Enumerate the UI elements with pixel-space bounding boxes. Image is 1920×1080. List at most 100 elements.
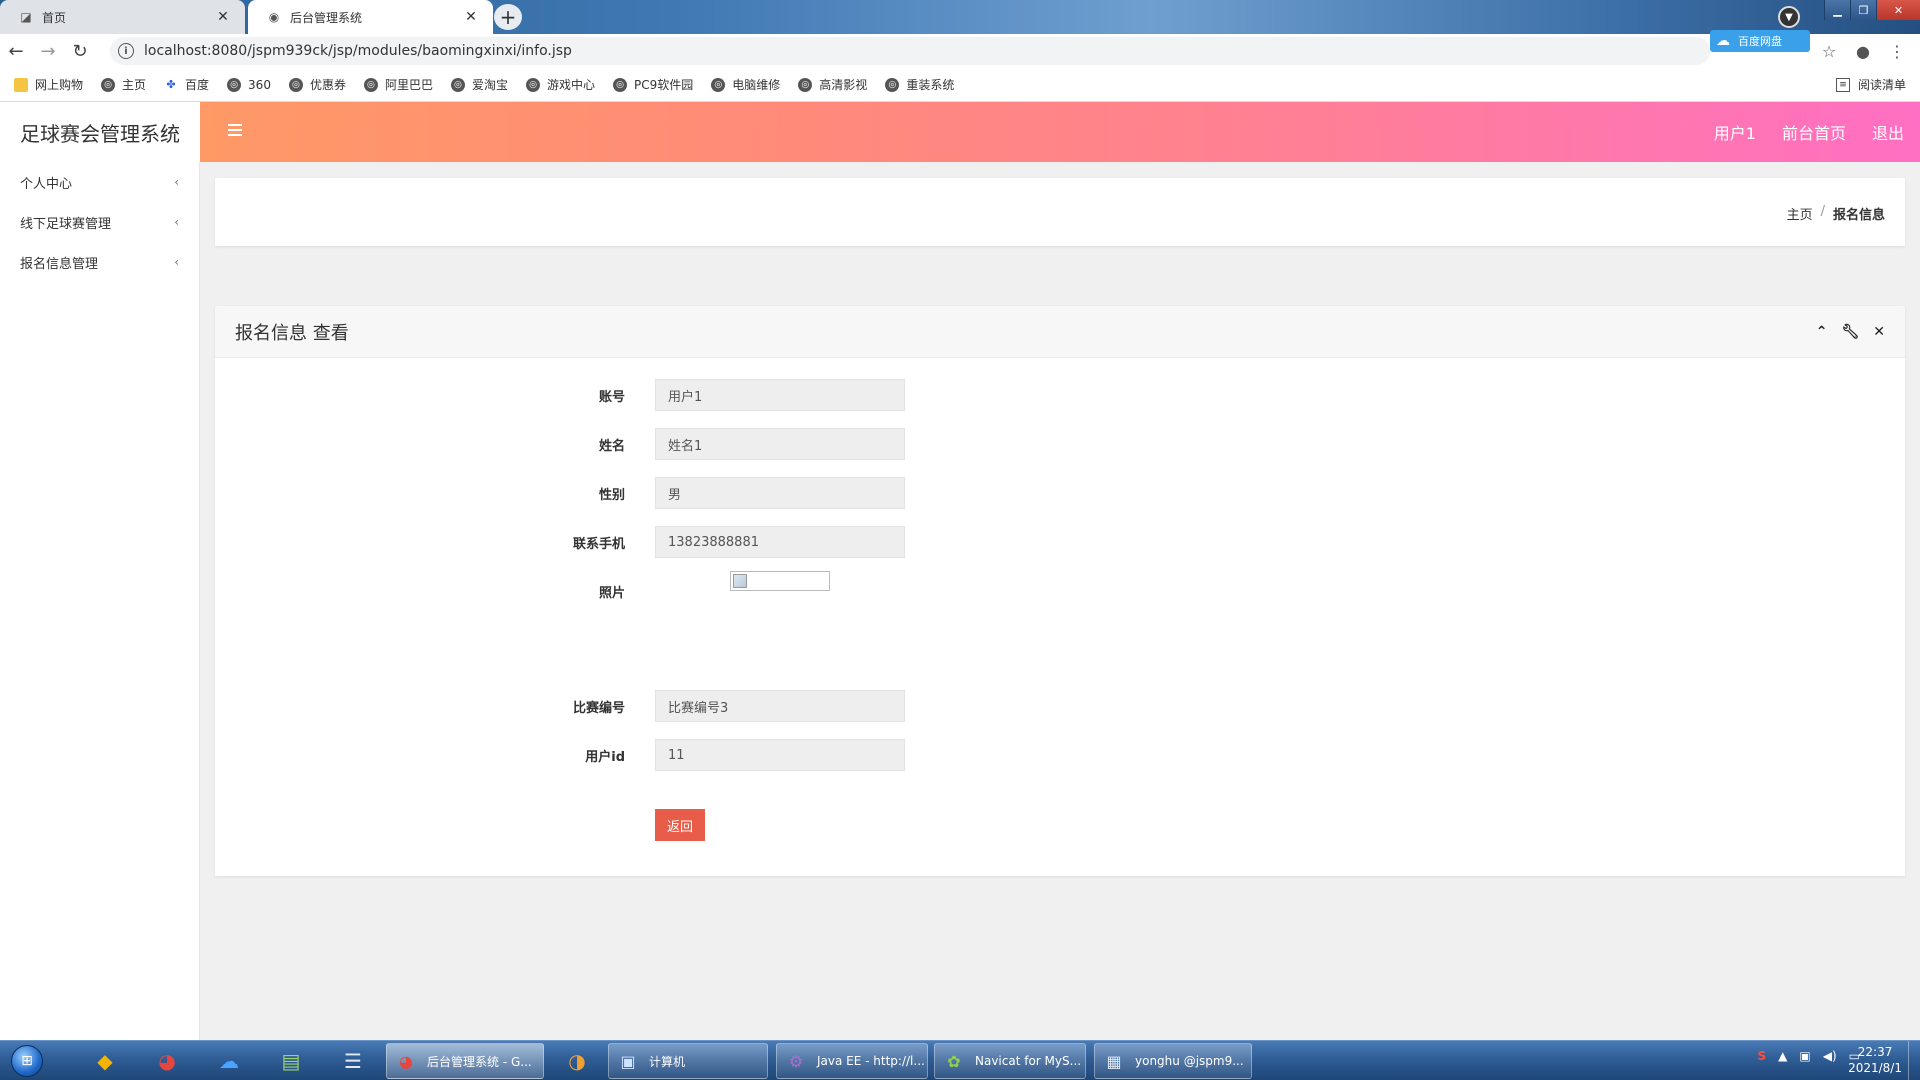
name-field[interactable]: 姓名1 xyxy=(655,428,905,460)
bookmark-item[interactable]: ✤ 百度 xyxy=(164,76,209,93)
profile-menu-icon[interactable]: ▼ xyxy=(1778,6,1800,28)
back-arrow-icon[interactable]: ← xyxy=(0,36,32,66)
network-icon[interactable]: ▣ xyxy=(1799,1049,1810,1063)
tab-title: 后台管理系统 xyxy=(290,10,363,25)
clock-date: 2021/8/1 xyxy=(1848,1061,1902,1075)
reading-list-icon: ≡ xyxy=(1835,77,1850,92)
reading-list-button[interactable]: ≡ 阅读清单 xyxy=(1835,76,1906,93)
sidebar-item-personal-center[interactable]: 个人中心 ‹ xyxy=(0,162,199,202)
account-field[interactable]: 用户1 xyxy=(655,379,905,411)
bookmark-label: 主页 xyxy=(122,78,147,92)
close-icon[interactable]: ✕ xyxy=(463,9,479,25)
page-icon: ◪ xyxy=(20,10,32,24)
wrench-icon[interactable]: 🔧︎ xyxy=(1841,324,1859,340)
globe-icon: ◎ xyxy=(450,77,465,92)
bookmark-item[interactable]: ◎ PC9软件园 xyxy=(613,76,693,93)
logout-link[interactable]: 退出 xyxy=(1872,120,1904,144)
maximize-icon[interactable]: ❐ xyxy=(1850,0,1876,20)
toolbar-actions: ☆ ● ⋮ xyxy=(1816,38,1910,64)
user-link[interactable]: 用户1 xyxy=(1714,120,1756,144)
user-id-field[interactable]: 11 xyxy=(655,739,905,771)
bookmark-item[interactable]: ◎ 优惠券 xyxy=(288,76,346,93)
browser-tab-admin[interactable]: ◉ 后台管理系统 ✕ xyxy=(248,0,493,34)
baidu-pan-label: 百度网盘 xyxy=(1738,35,1782,48)
start-button[interactable]: ⊞ xyxy=(4,1042,50,1080)
bookmark-item[interactable]: ◎ 高清影视 xyxy=(798,76,867,93)
collapse-icon[interactable]: ⌃ xyxy=(1816,324,1828,340)
sogou-icon[interactable]: S xyxy=(1758,1049,1767,1063)
bookmark-label: 爱淘宝 xyxy=(471,78,508,92)
bookmark-item[interactable]: ◎ 360 xyxy=(227,77,271,92)
address-bar[interactable]: i localhost:8080/jspm939ck/jsp/modules/b… xyxy=(110,37,1710,65)
panel-title: 报名信息 查看 xyxy=(235,322,349,344)
globe-icon: ◎ xyxy=(526,77,540,92)
notepad-icon[interactable]: ▤ xyxy=(264,1045,318,1077)
file-list-icon[interactable]: ☰ xyxy=(326,1045,380,1077)
menu-dots-icon[interactable]: ⋮ xyxy=(1884,38,1910,64)
bookmark-item[interactable]: ◎ 电脑维修 xyxy=(711,76,780,93)
chevron-left-icon: ‹ xyxy=(174,255,179,269)
browser-tab-home[interactable]: ◪ 首页 ✕ xyxy=(0,0,245,34)
task-eclipse[interactable]: ⚙ Java EE - http://l... xyxy=(776,1043,928,1079)
phone-field[interactable]: 13823888881 xyxy=(655,526,905,558)
form-row-user-id: 用户id 11 xyxy=(215,738,1905,772)
folder-icon xyxy=(14,77,28,92)
match-number-field[interactable]: 比赛编号3 xyxy=(655,690,905,722)
bookmark-item[interactable]: ◎ 阿里巴巴 xyxy=(363,76,433,93)
gender-field[interactable]: 男 xyxy=(655,477,905,509)
hamburger-menu-icon[interactable] xyxy=(228,124,242,136)
form-row-match-number: 比赛编号 比赛编号3 xyxy=(215,689,1905,723)
globe-icon: ◎ xyxy=(885,77,900,92)
star-icon[interactable]: ☆ xyxy=(1816,38,1842,64)
info-icon[interactable]: i xyxy=(118,43,134,59)
bookmark-label: PC9软件园 xyxy=(634,78,694,92)
task-navicat[interactable]: ✿ Navicat for MyS... xyxy=(934,1043,1086,1079)
reload-icon[interactable]: ↻ xyxy=(64,36,96,66)
system-clock[interactable]: 22:37 2021/8/1 xyxy=(1848,1044,1902,1076)
show-desktop-button[interactable] xyxy=(1908,1041,1920,1080)
close-icon[interactable]: ✕ xyxy=(1873,324,1885,340)
panel-tools: ⌃ 🔧︎ ✕ xyxy=(1816,324,1885,340)
field-label: 比赛编号 xyxy=(572,700,625,716)
breadcrumb-home[interactable]: 主页 xyxy=(1787,204,1813,223)
new-tab-button[interactable]: + xyxy=(494,4,522,30)
forward-arrow-icon[interactable]: → xyxy=(32,36,64,66)
bookmark-label: 360 xyxy=(248,77,271,92)
field-label: 性别 xyxy=(598,487,625,503)
detail-panel: 报名信息 查看 ⌃ 🔧︎ ✕ 账号 用户1 姓名 姓名1 性别 男 联系手机 1… xyxy=(215,306,1905,876)
chrome-icon[interactable]: ◕ xyxy=(140,1045,194,1077)
bookmark-label: 高清影视 xyxy=(819,78,868,92)
bookmark-item[interactable]: ◎ 爱淘宝 xyxy=(450,76,508,93)
maps-app-icon[interactable]: ◆ xyxy=(78,1045,132,1077)
minimize-icon[interactable]: ▁ xyxy=(1824,0,1850,20)
baidu-pan-button[interactable]: ☁ 百度网盘 xyxy=(1710,30,1810,52)
baidu-netdisk-icon[interactable]: ☁ xyxy=(202,1045,256,1077)
task-computer[interactable]: ▣ 计算机 xyxy=(608,1043,768,1079)
task-chrome[interactable]: ◕ 后台管理系统 - G... xyxy=(386,1043,544,1079)
back-button[interactable]: 返回 xyxy=(655,809,705,841)
bookmark-item[interactable]: ◎ 游戏中心 xyxy=(526,76,595,93)
sidebar-item-match-management[interactable]: 线下足球赛管理 ‹ xyxy=(0,202,199,242)
bookmark-label: 阿里巴巴 xyxy=(384,78,433,92)
breadcrumb: 主页 / 报名信息 xyxy=(1787,204,1885,223)
account-icon[interactable]: ● xyxy=(1850,38,1876,64)
browser-app-icon[interactable]: ◑ xyxy=(550,1045,604,1077)
close-icon[interactable]: ✕ xyxy=(215,9,231,25)
task-label: 计算机 xyxy=(649,1054,686,1069)
task-label: Java EE - http://l... xyxy=(817,1054,925,1068)
bookmark-item[interactable]: ◎ 主页 xyxy=(101,76,146,93)
window-close-icon[interactable]: ✕ xyxy=(1876,0,1920,20)
bookmark-label: 游戏中心 xyxy=(547,78,596,92)
tray-expand-icon[interactable]: ▲ xyxy=(1778,1049,1787,1063)
bookmark-item[interactable]: ◎ 重装系统 xyxy=(885,76,954,93)
sidebar-item-registration-management[interactable]: 报名信息管理 ‹ xyxy=(0,242,199,282)
volume-icon[interactable]: ◀) xyxy=(1823,1049,1837,1063)
computer-icon: ▣ xyxy=(620,1051,636,1071)
bookmark-label: 优惠券 xyxy=(309,78,346,92)
photo-image xyxy=(730,571,830,591)
task-table[interactable]: ▦ yonghu @jspm9... xyxy=(1094,1043,1252,1079)
frontend-home-link[interactable]: 前台首页 xyxy=(1782,120,1846,144)
bookmark-item[interactable]: 网上购物 xyxy=(14,76,83,93)
url-text: localhost:8080/jspm939ck/jsp/modules/bao… xyxy=(144,43,572,59)
globe-icon: ◎ xyxy=(613,77,628,92)
